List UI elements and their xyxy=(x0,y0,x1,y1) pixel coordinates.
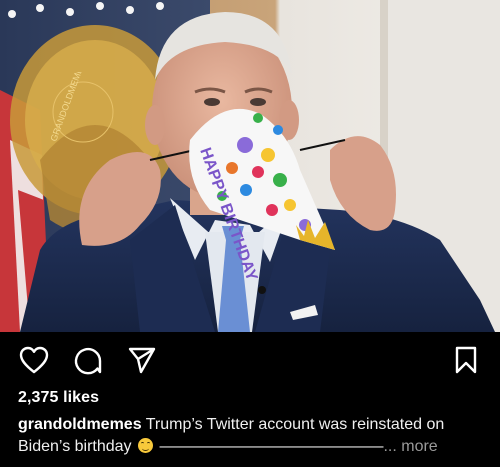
watermark-seal: GRANDOLDMEMES xyxy=(48,72,114,143)
more-link[interactable]: ... more xyxy=(383,438,437,455)
heart-icon xyxy=(19,346,49,374)
grinning-face-icon xyxy=(138,438,154,453)
comment-icon xyxy=(74,348,102,375)
paper-plane-icon xyxy=(128,347,156,374)
share-button[interactable] xyxy=(126,344,158,376)
caption: grandoldmemes Trump’s Twitter account wa… xyxy=(18,414,484,458)
watermark-text: GRANDOLDMEMES xyxy=(48,72,86,143)
bookmark-icon xyxy=(455,346,477,374)
caption-username[interactable]: grandoldmemes xyxy=(18,416,142,433)
caption-dashes: —————————————— xyxy=(159,438,384,455)
action-bar xyxy=(0,332,500,390)
likes-count[interactable]: 2,375 likes xyxy=(18,389,99,407)
comment-button[interactable] xyxy=(72,344,104,376)
like-button[interactable] xyxy=(18,344,50,376)
save-button[interactable] xyxy=(450,344,482,376)
post-photo[interactable]: HAPPY BIRTHDAY GRANDOLDMEMES xyxy=(0,0,500,332)
post-image: HAPPY BIRTHDAY xyxy=(0,0,500,332)
